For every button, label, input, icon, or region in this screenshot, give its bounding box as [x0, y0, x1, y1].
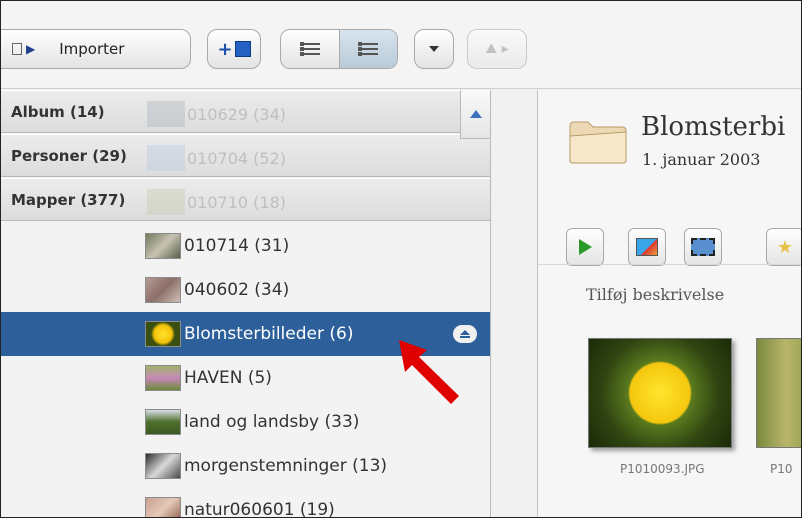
- ghost-label: 010629 (34): [187, 104, 287, 124]
- event-detail-panel: Blomsterbi 1. januar 2003 ★ Tilføj beskr…: [537, 90, 801, 517]
- toolbar: ▶ Importer + ⛰ ▸: [1, 1, 801, 89]
- tree-header-personer[interactable]: Personer (29) 010704 (52): [1, 134, 490, 177]
- plus-icon: +: [217, 38, 233, 60]
- drag-ghost-item: 010704 (52): [147, 145, 286, 171]
- list-view-button[interactable]: [281, 30, 340, 68]
- import-button[interactable]: ▶ Importer: [1, 29, 191, 69]
- add-photo-button[interactable]: [628, 228, 666, 266]
- film-icon: [691, 238, 715, 256]
- rate-button[interactable]: ★: [766, 228, 801, 266]
- import-label: Importer: [59, 40, 125, 58]
- view-toggle: [280, 29, 398, 69]
- scroll-up-button[interactable]: [460, 90, 490, 139]
- device-icon: [12, 43, 22, 55]
- folder-label: 010714 (31): [184, 236, 290, 256]
- folder-thumbnail: [145, 409, 181, 435]
- ghost-label: 010710 (18): [187, 192, 287, 212]
- folder-thumbnail: [145, 233, 181, 259]
- tree-header-label: Mapper (377): [11, 190, 126, 209]
- photo-thumbnail[interactable]: [588, 338, 732, 448]
- add-album-button[interactable]: +: [207, 29, 261, 69]
- tree-header-album[interactable]: Album (14) 010629 (34): [1, 90, 490, 133]
- folder-label: Blomsterbilleder (6): [184, 324, 354, 344]
- folder-label: 040602 (34): [184, 280, 290, 300]
- folder-item-natur060601[interactable]: natur060601 (19): [1, 488, 490, 518]
- photo-filename: P1010093.JPG: [620, 462, 705, 476]
- album-icon: [234, 41, 251, 57]
- add-movie-button[interactable]: [684, 228, 722, 266]
- folder-icon: [569, 121, 627, 164]
- tree-header-label: Album (14): [11, 102, 105, 121]
- red-arrow-icon: [399, 340, 459, 404]
- ghost-thumbnail: [147, 145, 185, 171]
- share-icon: ⛰ ▸: [485, 41, 509, 57]
- ghost-thumbnail: [147, 189, 185, 215]
- folder-item-010714[interactable]: 010714 (31): [1, 224, 490, 268]
- folder-thumbnail: [145, 277, 181, 303]
- drag-ghost-item: 010629 (34): [147, 101, 286, 127]
- folder-label: morgenstemninger (13): [184, 456, 388, 476]
- source-tree-panel: Album (14) 010629 (34) Personer (29) 010…: [1, 90, 491, 518]
- tree-header-mapper[interactable]: Mapper (377) 010710 (18): [1, 178, 490, 221]
- arrow-up-icon: [469, 110, 482, 118]
- folder-thumbnail: [145, 365, 181, 391]
- dropdown-button[interactable]: [414, 29, 454, 69]
- photo-thumbnail[interactable]: [756, 338, 801, 448]
- drag-ghost-item: 010710 (18): [147, 189, 286, 215]
- folder-thumbnail: [145, 321, 181, 347]
- detail-list-icon: [358, 41, 379, 57]
- folder-thumbnail: [145, 453, 181, 479]
- event-title: Blomsterbi: [641, 112, 786, 142]
- chevron-down-icon: [429, 46, 439, 52]
- detail-view-button[interactable]: [339, 30, 397, 68]
- play-small-icon: ▶: [26, 42, 36, 56]
- folder-item-morgenstemninger[interactable]: morgenstemninger (13): [1, 444, 490, 488]
- star-icon: ★: [776, 236, 794, 258]
- divider: [538, 264, 801, 265]
- slideshow-button[interactable]: [566, 228, 604, 266]
- list-icon: [299, 41, 320, 57]
- event-date: 1. januar 2003: [642, 150, 761, 169]
- play-icon: [578, 239, 592, 255]
- folder-label: natur060601 (19): [184, 500, 335, 518]
- photo-icon: [636, 238, 658, 256]
- app-window: ▶ Importer + ⛰ ▸ Album (14) 010629 (34) …: [0, 0, 802, 518]
- ghost-label: 010704 (52): [187, 148, 287, 168]
- photo-filename: P10: [770, 462, 793, 476]
- folder-thumbnail: [145, 497, 181, 517]
- folder-label: HAVEN (5): [184, 368, 272, 388]
- tree-header-label: Personer (29): [11, 146, 127, 165]
- folder-label: land og landsby (33): [184, 412, 360, 432]
- folder-item-040602[interactable]: 040602 (34): [1, 268, 490, 312]
- share-button[interactable]: ⛰ ▸: [467, 29, 527, 69]
- description-field[interactable]: Tilføj beskrivelse: [586, 285, 724, 304]
- ghost-thumbnail: [147, 101, 185, 127]
